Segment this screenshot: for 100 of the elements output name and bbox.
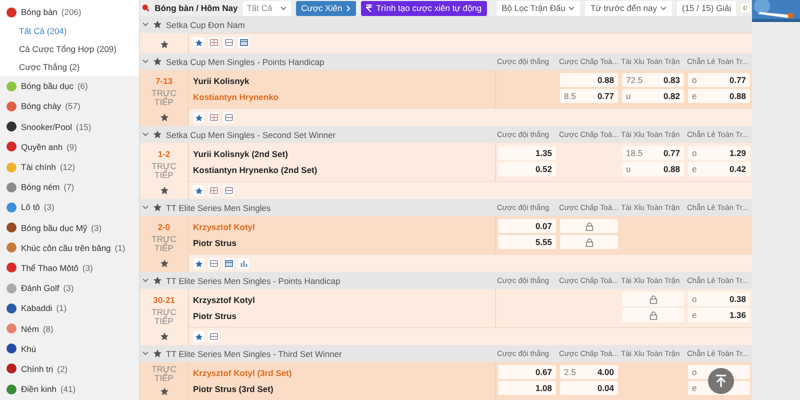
odds-cell[interactable]: o 0.77 bbox=[688, 73, 750, 87]
sport-item[interactable]: Khúc côn cầu trên băng (1) bbox=[0, 238, 139, 258]
sport-item[interactable]: Bóng bầu dục (6) bbox=[0, 76, 139, 96]
odds-cell[interactable]: u 0.82 bbox=[622, 89, 684, 103]
odds-cell[interactable]: 0.67 bbox=[498, 365, 556, 379]
live-label: TRỰC TIẾP bbox=[150, 89, 178, 107]
live-label: TRỰC TIẾP bbox=[150, 365, 178, 383]
sport-item[interactable]: Điền kinh (41) bbox=[0, 379, 139, 400]
league-star-icon[interactable] bbox=[153, 130, 162, 139]
sub-item[interactable]: Tất Cả (204) bbox=[0, 22, 139, 40]
league-star-icon[interactable] bbox=[153, 20, 162, 29]
chevron-down-icon bbox=[280, 6, 288, 10]
chevron-right-icon bbox=[346, 4, 352, 12]
sport-item[interactable]: Đánh Golf (3) bbox=[0, 278, 139, 298]
team-name: Yurii Kolisnyk bbox=[193, 75, 250, 88]
parlay-button[interactable]: Cược Xiên bbox=[296, 0, 356, 16]
ticket-icon[interactable] bbox=[208, 258, 219, 269]
sport-item[interactable]: Tài chính (12) bbox=[0, 156, 139, 178]
odds-cell[interactable]: 18.5 0.77 bbox=[622, 146, 684, 160]
favorite-star-icon[interactable] bbox=[193, 37, 204, 48]
team-name: Yurii Kolisnyk (2nd Set) bbox=[193, 148, 288, 161]
ticket-icon[interactable] bbox=[223, 112, 234, 123]
odds-cell[interactable]: e 1.36 bbox=[688, 308, 750, 322]
match-score: 30-21 bbox=[153, 294, 175, 307]
sport-item[interactable]: Snooker/Pool (15) bbox=[0, 116, 139, 137]
chevron-down-icon bbox=[142, 278, 149, 283]
odds-cell[interactable]: u 0.88 bbox=[622, 162, 684, 176]
sport-item[interactable]: Thể Thao Môtô (3) bbox=[0, 258, 139, 278]
arrow-up-icon bbox=[714, 374, 728, 388]
odds-cell[interactable]: e 0.88 bbox=[688, 89, 750, 103]
sport-item[interactable]: Quyền anh (9) bbox=[0, 136, 139, 157]
chevron-down-icon bbox=[142, 22, 149, 27]
calendar-icon[interactable] bbox=[238, 37, 249, 48]
star-icon[interactable] bbox=[160, 186, 168, 195]
sport-item[interactable]: Bóng bàn (206) bbox=[0, 2, 139, 22]
sort-icon[interactable] bbox=[741, 1, 750, 15]
odds-cell[interactable]: 2.5 4.00 bbox=[560, 365, 618, 379]
live-label: TRỰC TIẾP bbox=[150, 162, 178, 180]
live-label: TRỰC TIẾP bbox=[150, 308, 178, 326]
filter-dropdown[interactable]: Bộ Lọc Trận Đấu bbox=[496, 0, 580, 16]
odds-cell[interactable]: 1.35 bbox=[498, 146, 556, 160]
sport-item[interactable]: Kabaddi (1) bbox=[0, 298, 139, 318]
odds-cell[interactable]: o 1.29 bbox=[688, 146, 750, 160]
ticket-icon[interactable] bbox=[223, 185, 234, 196]
league-star-icon[interactable] bbox=[153, 349, 162, 358]
odds-cell[interactable]: 72.5 0.83 bbox=[622, 73, 684, 87]
sport-item[interactable]: Ném (8) bbox=[0, 318, 139, 339]
star-icon[interactable] bbox=[160, 387, 168, 396]
odds-cell[interactable]: 1.08 bbox=[498, 381, 556, 395]
sport-item[interactable]: Lô tô (3) bbox=[0, 197, 139, 218]
ticket-icon[interactable] bbox=[223, 37, 234, 48]
odds-cell[interactable]: 0.07 bbox=[498, 219, 556, 233]
star-icon[interactable] bbox=[160, 332, 168, 341]
league-star-icon[interactable] bbox=[153, 276, 162, 285]
sub-item[interactable]: Cược Thắng (2) bbox=[0, 58, 139, 76]
market-select[interactable]: Tất Cả bbox=[242, 0, 292, 16]
match-score: 1-2 bbox=[158, 148, 170, 161]
team-name: Krzysztof Kotyl (3rd Set) bbox=[193, 367, 292, 380]
calendar-icon[interactable] bbox=[223, 258, 234, 269]
star-icon[interactable] bbox=[160, 259, 168, 268]
chevron-down-icon bbox=[142, 132, 149, 137]
match-score: 7-13 bbox=[155, 75, 172, 88]
team-name: Kostiantyn Hrynenko (2nd Set) bbox=[193, 164, 318, 177]
odds-cell[interactable]: 0.52 bbox=[498, 162, 556, 176]
favorite-star-icon[interactable] bbox=[193, 185, 204, 196]
bar-chart-icon[interactable] bbox=[238, 258, 249, 269]
team-name: Krzysztof Kotyl bbox=[193, 294, 255, 307]
odds-cell[interactable]: e 0.42 bbox=[688, 162, 750, 176]
chevron-down-icon bbox=[142, 59, 149, 64]
star-icon[interactable] bbox=[160, 40, 168, 49]
team-name: Piotr Strus bbox=[193, 237, 236, 250]
league-star-icon[interactable] bbox=[153, 203, 162, 212]
filter-dropdown[interactable]: Từ trước đến nay bbox=[585, 0, 672, 16]
match-score: 2-0 bbox=[158, 221, 170, 234]
favorite-star-icon[interactable] bbox=[193, 112, 204, 123]
favorite-star-icon[interactable] bbox=[193, 331, 204, 342]
league-star-icon[interactable] bbox=[153, 57, 162, 66]
sub-item[interactable]: Cá Cược Tổng Hợp (209) bbox=[0, 40, 139, 58]
ping-pong-icon bbox=[142, 2, 150, 14]
live-label: TRỰC TIẾP bbox=[150, 235, 178, 253]
sport-item[interactable]: Bóng chày (57) bbox=[0, 96, 139, 117]
odds-cell[interactable]: 0.88 bbox=[560, 73, 618, 87]
sport-item[interactable]: Chính trị (2) bbox=[0, 358, 139, 379]
odds-cell[interactable]: 5.55 bbox=[498, 235, 556, 249]
sport-item[interactable]: Bóng ném (7) bbox=[0, 177, 139, 198]
chevron-down-icon bbox=[142, 351, 149, 356]
sport-item[interactable]: Bóng bầu dục Mỹ (3) bbox=[0, 218, 139, 238]
lock-icon bbox=[648, 294, 658, 304]
league-header[interactable]: Setka Cup Đơn Nam bbox=[140, 16, 752, 33]
ticket-icon[interactable] bbox=[208, 331, 219, 342]
team-name: Piotr Strus (3rd Set) bbox=[193, 383, 274, 396]
team-name: Krzysztof Kotyl bbox=[193, 221, 255, 234]
sport-item[interactable]: Khú bbox=[0, 338, 139, 359]
favorite-star-icon[interactable] bbox=[193, 258, 204, 269]
odds-cell[interactable]: 0.04 bbox=[560, 381, 618, 395]
parlay-builder-button[interactable]: Trình tạo cược xiên tự động bbox=[361, 0, 487, 16]
odds-cell[interactable]: 8.5 0.77 bbox=[560, 89, 618, 103]
star-icon[interactable] bbox=[160, 113, 168, 122]
team-name: Kostiantyn Hrynenko bbox=[193, 91, 278, 104]
odds-cell[interactable]: o 0.38 bbox=[688, 292, 750, 306]
